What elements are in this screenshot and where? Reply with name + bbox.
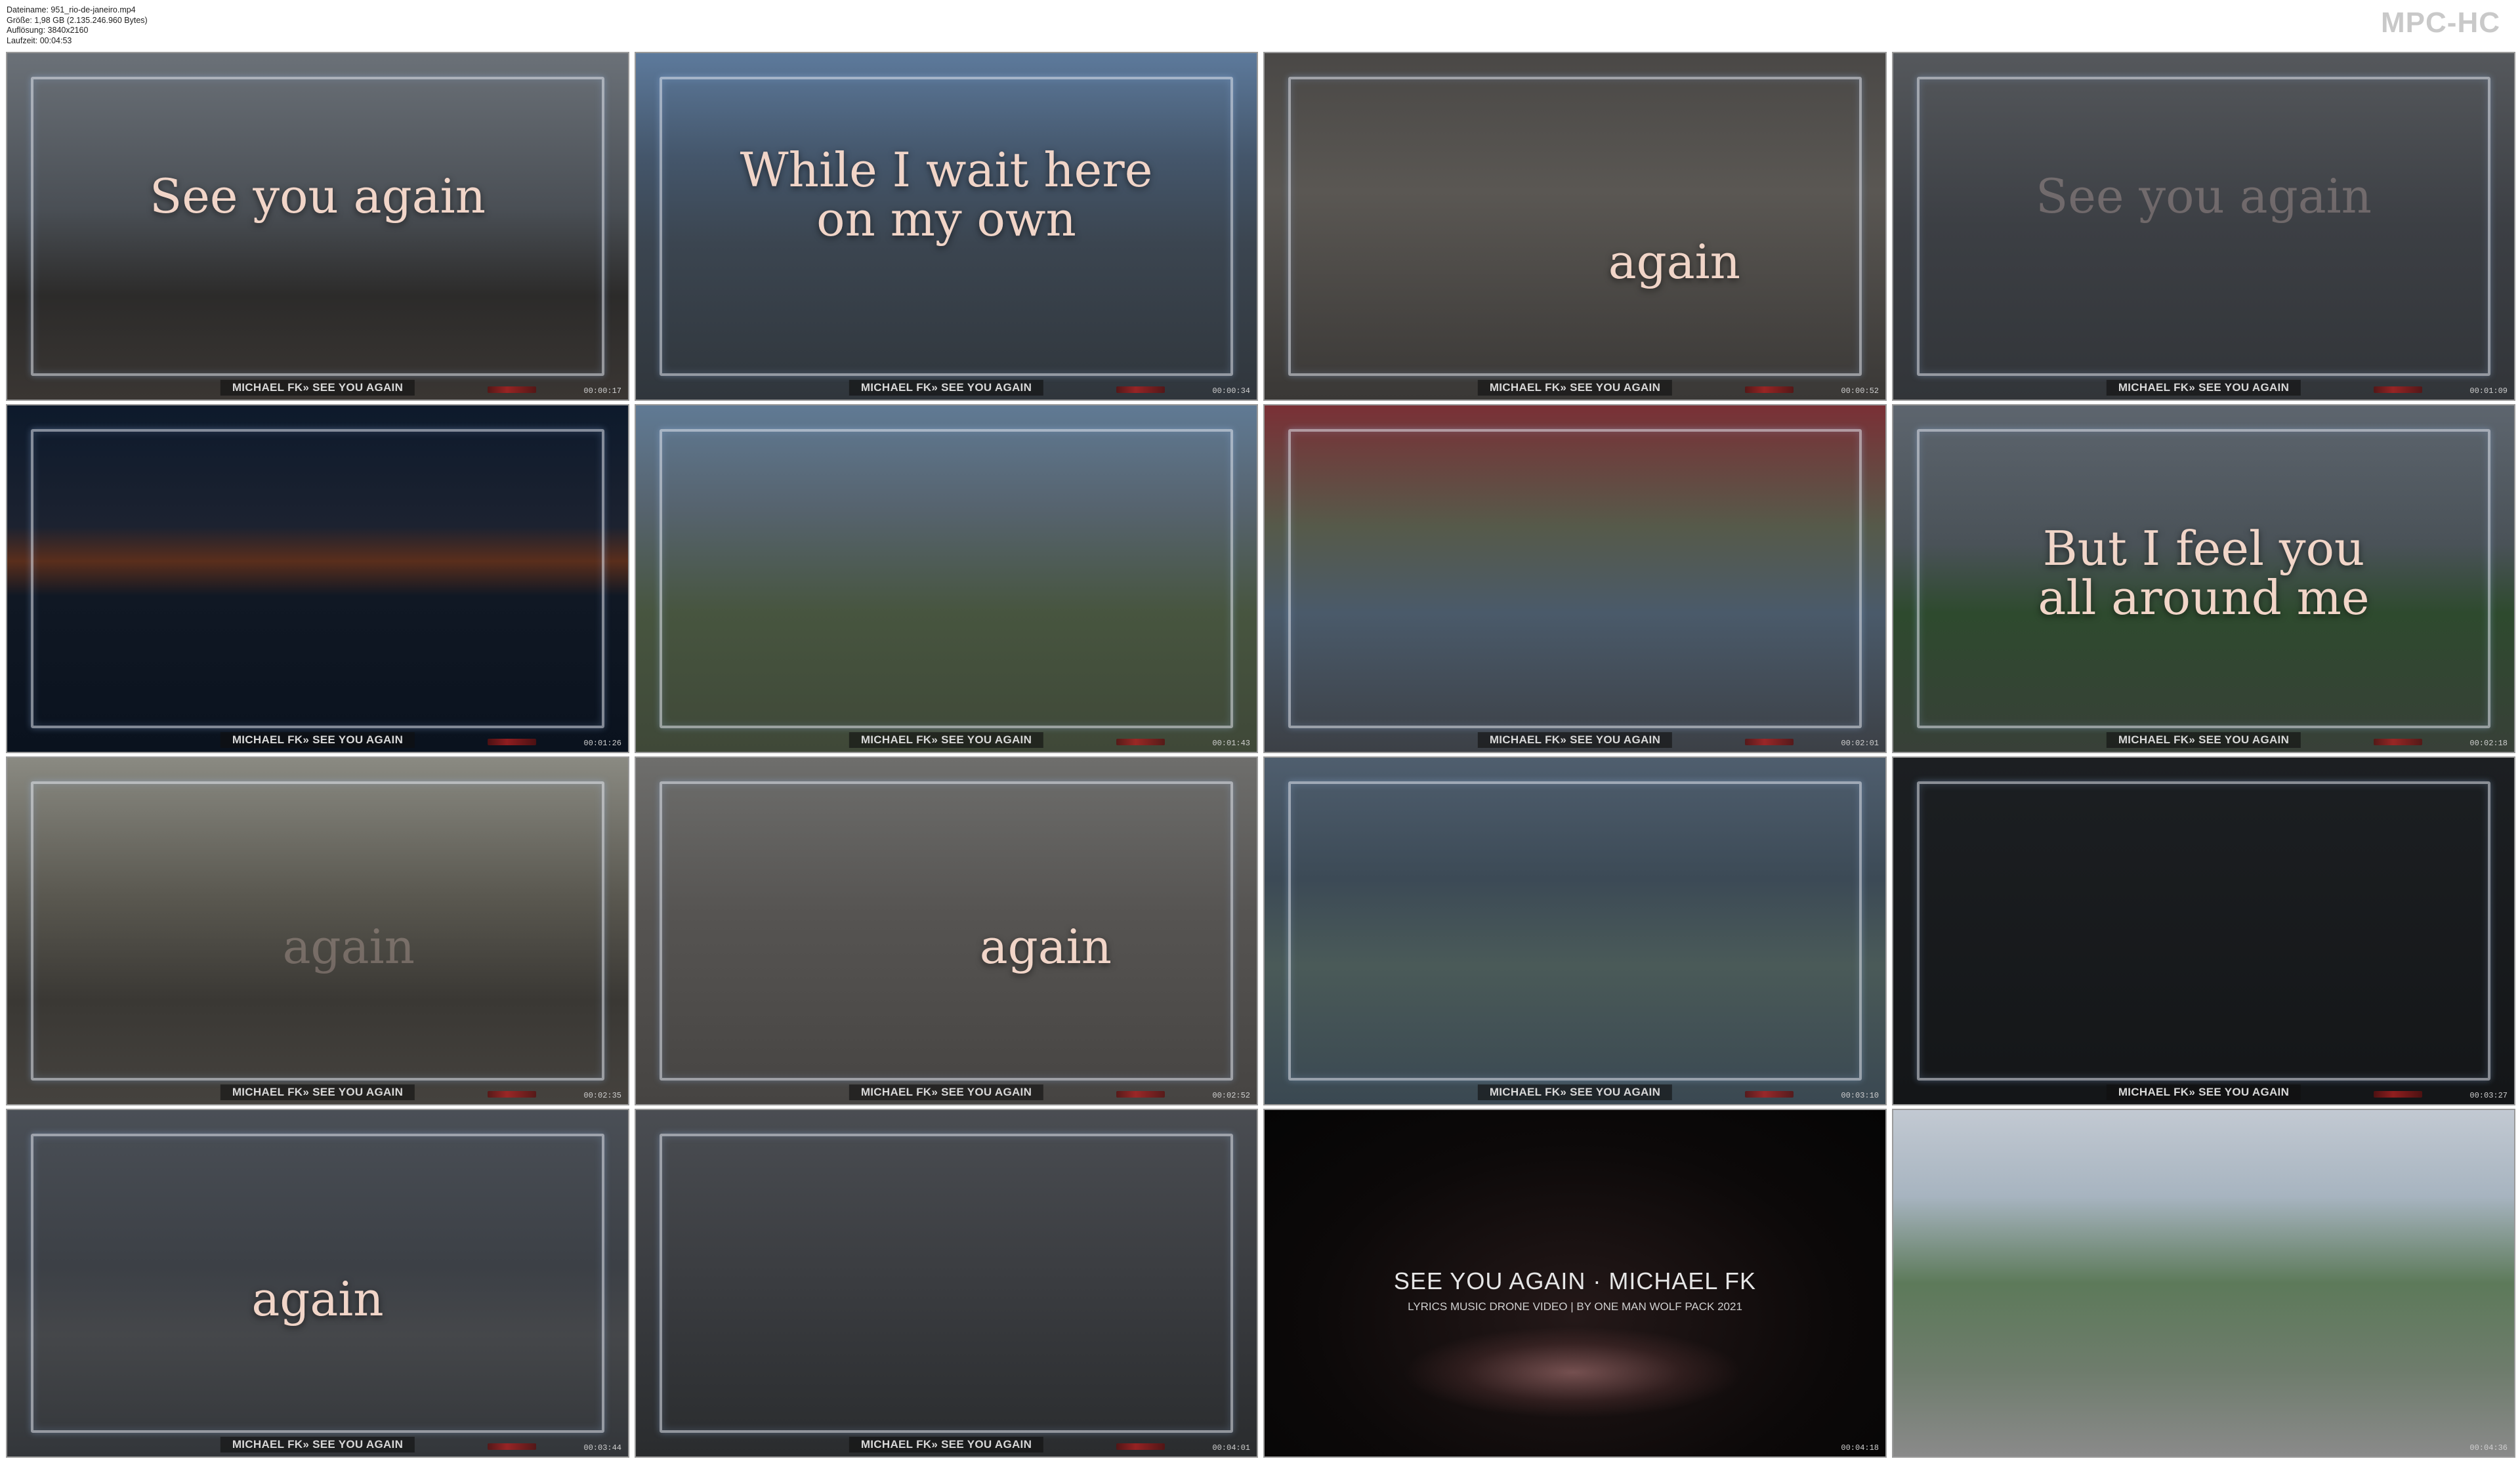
watermark-badge-icon bbox=[1116, 1091, 1165, 1098]
video-caption: MICHAEL FK» SEE YOU AGAIN bbox=[1477, 732, 1673, 748]
thumbnail-scene bbox=[1893, 1110, 2514, 1456]
video-thumbnail: again MICHAEL FK» SEE YOU AGAIN 00:03:44 bbox=[6, 1109, 629, 1458]
video-caption: MICHAEL FK» SEE YOU AGAIN bbox=[220, 1437, 415, 1453]
lyric-text: See you again bbox=[2035, 169, 2372, 224]
video-caption: MICHAEL FK» SEE YOU AGAIN bbox=[849, 380, 1044, 396]
video-caption: MICHAEL FK» SEE YOU AGAIN bbox=[2106, 1084, 2301, 1100]
watermark-badge-icon bbox=[1116, 1443, 1165, 1450]
lyric-text: all around me bbox=[2038, 570, 2370, 625]
video-thumbnail: While I wait here on my own MICHAEL FK» SE… bbox=[635, 52, 1258, 401]
lyric-text: See you again bbox=[149, 169, 486, 224]
watermark-badge-icon bbox=[488, 1443, 536, 1450]
watermark-badge-icon bbox=[1116, 386, 1165, 393]
thumbnail-timestamp: 00:00:52 bbox=[1841, 386, 1879, 396]
watermark-badge-icon bbox=[2374, 739, 2422, 745]
video-thumbnail: MICHAEL FK» SEE YOU AGAIN 00:01:43 bbox=[635, 404, 1258, 753]
watermark-badge-icon bbox=[488, 739, 536, 745]
lyric-text: on my own bbox=[816, 192, 1076, 247]
video-thumbnail: MICHAEL FK» SEE YOU AGAIN 00:03:10 bbox=[1263, 756, 1887, 1105]
thumbnail-timestamp: 00:00:17 bbox=[583, 386, 621, 396]
thumbnail-timestamp: 00:03:44 bbox=[583, 1443, 621, 1453]
video-thumbnail: MICHAEL FK» SEE YOU AGAIN 00:01:26 bbox=[6, 404, 629, 753]
video-caption: MICHAEL FK» SEE YOU AGAIN bbox=[1477, 380, 1673, 396]
lyric-frame bbox=[1917, 781, 2490, 1081]
video-caption: MICHAEL FK» SEE YOU AGAIN bbox=[849, 732, 1044, 748]
lyric-text: again bbox=[282, 919, 415, 974]
thumbnail-timestamp: 00:02:18 bbox=[2469, 739, 2508, 748]
thumbnail-timestamp: 00:01:26 bbox=[583, 739, 621, 748]
video-caption: MICHAEL FK» SEE YOU AGAIN bbox=[220, 380, 415, 396]
watermark-badge-icon bbox=[1116, 739, 1165, 745]
lyric-frame bbox=[1288, 781, 1862, 1081]
video-caption: MICHAEL FK» SEE YOU AGAIN bbox=[849, 1437, 1044, 1453]
lyric-frame bbox=[1288, 77, 1862, 376]
video-caption: MICHAEL FK» SEE YOU AGAIN bbox=[220, 732, 415, 748]
thumbnail-timestamp: 00:02:52 bbox=[1212, 1091, 1250, 1100]
lyric-text: again bbox=[979, 919, 1112, 974]
thumbnail-timestamp: 00:04:18 bbox=[1841, 1443, 1879, 1453]
video-thumbnail: again MICHAEL FK» SEE YOU AGAIN 00:02:35 bbox=[6, 756, 629, 1105]
lyric-text: But I feel you bbox=[2042, 521, 2365, 576]
video-caption: MICHAEL FK» SEE YOU AGAIN bbox=[2106, 380, 2301, 396]
video-caption: MICHAEL FK» SEE YOU AGAIN bbox=[849, 1084, 1044, 1100]
lyric-frame bbox=[1288, 429, 1862, 728]
video-thumbnail: MICHAEL FK» SEE YOU AGAIN 00:03:27 bbox=[1892, 756, 2515, 1105]
watermark-badge-icon bbox=[1745, 386, 1794, 393]
thumbnail-timestamp: 00:01:43 bbox=[1212, 739, 1250, 748]
video-thumbnail: See you again MICHAEL FK» SEE YOU AGAIN 00… bbox=[6, 52, 629, 401]
thumbnail-timestamp: 00:03:10 bbox=[1841, 1091, 1879, 1100]
watermark-badge-icon bbox=[2374, 386, 2422, 393]
thumbnail-timestamp: 00:00:34 bbox=[1212, 386, 1250, 396]
lyric-frame bbox=[660, 429, 1233, 728]
watermark-badge-icon bbox=[1745, 739, 1794, 745]
video-thumbnail: See you again MICHAEL FK» SEE YOU AGAIN 00… bbox=[1892, 52, 2515, 401]
lyric-text: again bbox=[1608, 234, 1741, 289]
smoke-effect bbox=[1402, 1327, 1744, 1418]
video-caption: MICHAEL FK» SEE YOU AGAIN bbox=[1477, 1084, 1673, 1100]
video-thumbnail: MICHAEL FK» SEE YOU AGAIN 00:04:01 bbox=[635, 1109, 1258, 1458]
thumbnail-timestamp: 00:04:36 bbox=[2469, 1443, 2508, 1453]
end-card-subtitle: LYRICS MUSIC DRONE VIDEO | BY ONE MAN WO… bbox=[1408, 1300, 1742, 1313]
thumbnail-timestamp: 00:02:01 bbox=[1841, 739, 1879, 748]
thumbnail-timestamp: 00:03:27 bbox=[2469, 1091, 2508, 1100]
video-thumbnail: MICHAEL FK» SEE YOU AGAIN 00:02:01 bbox=[1263, 404, 1887, 753]
video-thumbnail: But I feel you all around me MICHAEL FK» S… bbox=[1892, 404, 2515, 753]
lyric-frame bbox=[660, 1134, 1233, 1433]
video-thumbnail: 00:04:36 bbox=[1892, 1109, 2515, 1458]
lyric-text: While I wait here bbox=[740, 142, 1153, 197]
video-thumbnail: SEE YOU AGAIN · MICHAEL FK LYRICS MUSIC D… bbox=[1263, 1109, 1887, 1458]
thumbnail-timestamp: 00:02:35 bbox=[583, 1091, 621, 1100]
thumbnail-timestamp: 00:01:09 bbox=[2469, 386, 2508, 396]
video-thumbnail: again MICHAEL FK» SEE YOU AGAIN 00:02:52 bbox=[635, 756, 1258, 1105]
end-card-title: SEE YOU AGAIN · MICHAEL FK bbox=[1393, 1267, 1757, 1294]
lyric-frame bbox=[1917, 77, 2490, 376]
lyric-frame bbox=[31, 429, 604, 728]
lyric-frame bbox=[31, 77, 604, 376]
video-caption: MICHAEL FK» SEE YOU AGAIN bbox=[2106, 732, 2301, 748]
watermark-badge-icon bbox=[488, 1091, 536, 1098]
watermark-badge-icon bbox=[1745, 1091, 1794, 1098]
watermark-badge-icon bbox=[488, 386, 536, 393]
thumbnail-grid: See you again MICHAEL FK» SEE YOU AGAIN 00… bbox=[0, 0, 2520, 1463]
watermark-badge-icon bbox=[2374, 1091, 2422, 1098]
video-thumbnail: again MICHAEL FK» SEE YOU AGAIN 00:00:52 bbox=[1263, 52, 1887, 401]
video-caption: MICHAEL FK» SEE YOU AGAIN bbox=[220, 1084, 415, 1100]
lyric-text: again bbox=[251, 1271, 384, 1327]
thumbnail-timestamp: 00:04:01 bbox=[1212, 1443, 1250, 1453]
